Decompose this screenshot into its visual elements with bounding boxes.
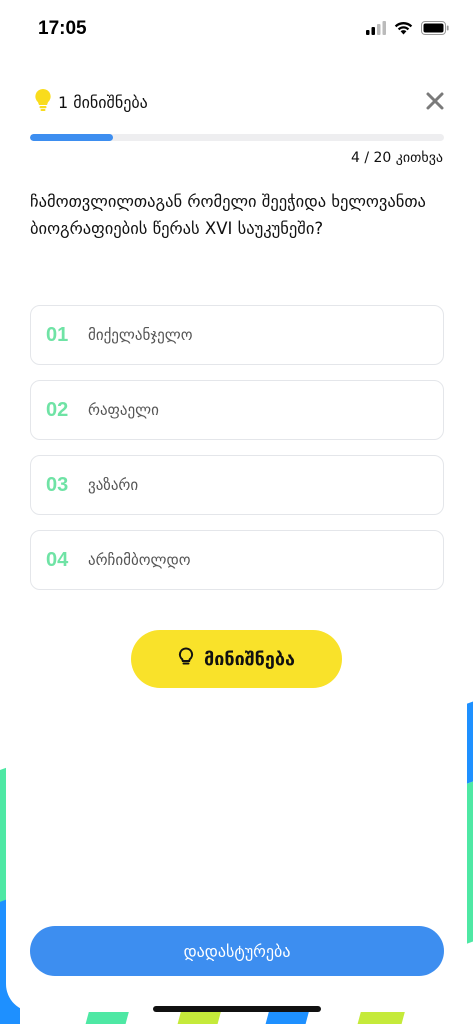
close-icon bbox=[424, 92, 446, 116]
confirm-button[interactable]: დადასტურება bbox=[30, 926, 444, 976]
option-3[interactable]: 03 ვაზარი bbox=[30, 455, 444, 515]
option-text: ვაზარი bbox=[88, 476, 139, 494]
option-number: 01 bbox=[46, 323, 69, 346]
confirm-button-label: დადასტურება bbox=[183, 941, 291, 961]
lightbulb-outline-icon bbox=[178, 647, 194, 671]
option-4[interactable]: 04 არჩიმბოლდო bbox=[30, 530, 444, 590]
option-number: 03 bbox=[46, 473, 69, 496]
option-text: მიქელანჯელო bbox=[88, 326, 193, 344]
status-time: 17:05 bbox=[38, 18, 87, 39]
hint-button-label: მინიშნება bbox=[203, 648, 296, 670]
hint-button[interactable]: მინიშნება bbox=[131, 630, 342, 688]
status-icons bbox=[366, 20, 449, 39]
option-1[interactable]: 01 მიქელანჯელო bbox=[30, 305, 444, 365]
lightbulb-icon bbox=[34, 88, 52, 116]
signal-icon bbox=[366, 20, 386, 39]
close-button[interactable] bbox=[424, 90, 446, 112]
hints-counter: 1 მინიშნება bbox=[34, 88, 148, 116]
option-text: რაფაელი bbox=[88, 401, 159, 419]
question-text: ჩამოთვლილთაგან რომელი შეეჭიდა ხელოვანთა … bbox=[30, 192, 426, 238]
home-indicator bbox=[153, 1006, 321, 1012]
hints-label: 1 მინიშნება bbox=[58, 92, 148, 112]
status-bar: 17:05 bbox=[0, 0, 473, 58]
battery-icon bbox=[421, 20, 449, 39]
option-number: 04 bbox=[46, 548, 69, 571]
progress-bar bbox=[30, 134, 444, 141]
answer-options: 01 მიქელანჯელო 02 რაფაელი 03 ვაზარი 04 ა… bbox=[30, 305, 444, 605]
option-2[interactable]: 02 რაფაელი bbox=[30, 380, 444, 440]
wifi-icon bbox=[394, 20, 413, 39]
option-text: არჩიმბოლდო bbox=[88, 551, 191, 569]
option-number: 02 bbox=[46, 398, 69, 421]
progress-fill bbox=[30, 134, 113, 141]
progress-label: 4 / 20 კითხვა bbox=[351, 150, 443, 166]
